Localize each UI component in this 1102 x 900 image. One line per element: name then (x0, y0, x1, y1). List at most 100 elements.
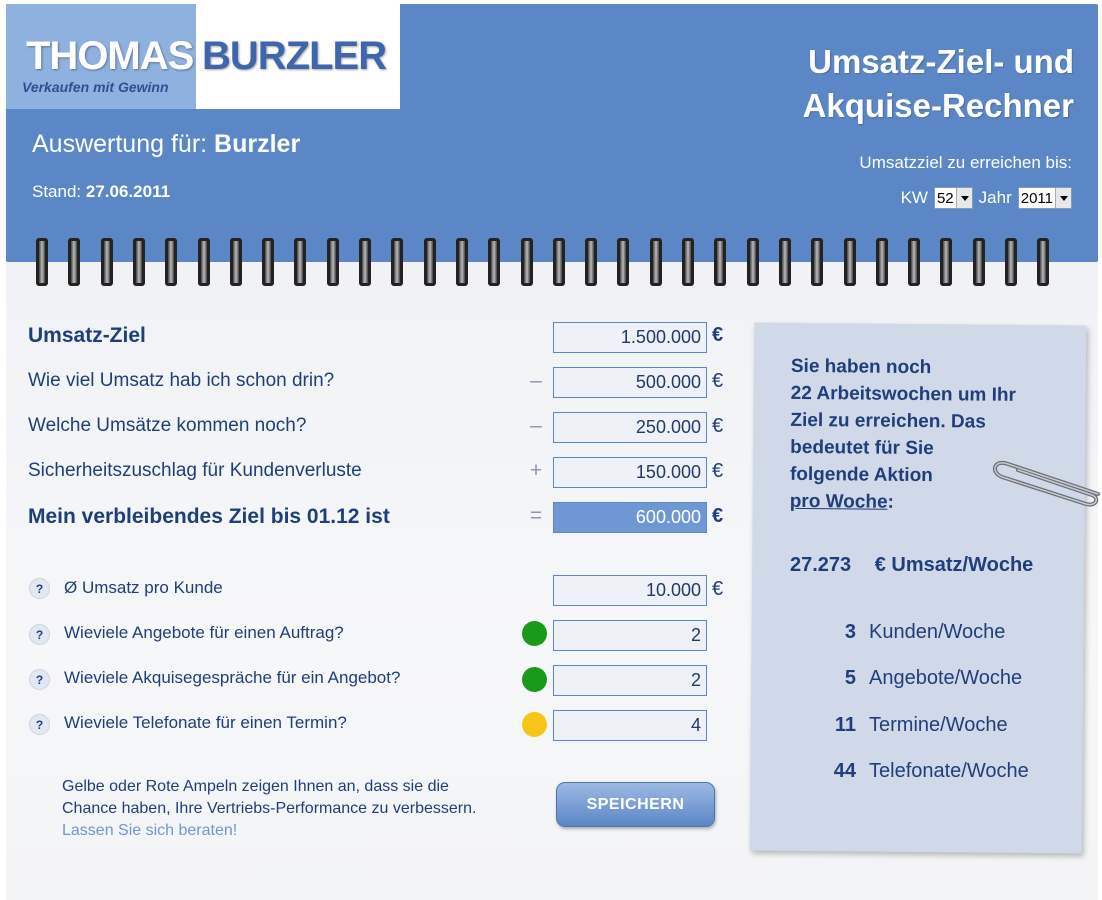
minus-operator: – (530, 414, 542, 437)
header-banner: THOMAS BURZLER Verkaufen mit Gewinn Umsa… (6, 4, 1098, 262)
help-icon[interactable]: ? (29, 669, 50, 690)
save-button[interactable]: SPEICHERN (556, 782, 715, 827)
binding-ring (455, 238, 468, 286)
week-label: KW (900, 188, 928, 207)
binding-ring (940, 238, 953, 286)
logo-tagline: Verkaufen mit Gewinn (22, 79, 169, 95)
status-date-label: Stand: (32, 182, 82, 201)
euro-unit: € (712, 460, 724, 482)
binding-ring (682, 238, 694, 286)
calls-per-week-label: Telefonate/Woche (869, 760, 1029, 782)
euro-unit: € (712, 505, 724, 527)
customers-per-week-label: Kunden/Woche (869, 621, 1006, 643)
binding-ring (423, 238, 436, 286)
meetings-per-week-value: 11 (834, 714, 856, 736)
binding-ring (875, 238, 888, 286)
week-select[interactable]: 52 (933, 187, 973, 209)
weekly-revenue: 27.273 € Umsatz/Woche (790, 554, 1033, 577)
spiral-binding (36, 238, 1076, 290)
remaining-goal-output (553, 502, 707, 533)
safety-margin-input[interactable] (553, 457, 707, 488)
binding-ring (197, 238, 210, 286)
page-title-line2: Akquise-Rechner (802, 87, 1074, 124)
remaining-goal-label: Mein verbleibendes Ziel bis 01.12 ist (28, 505, 390, 528)
year-select-value: 2011 (1020, 189, 1053, 207)
binding-ring (229, 238, 242, 286)
binding-ring (1005, 238, 1017, 286)
binding-ring (326, 238, 339, 286)
offers-per-order-label: Wieviele Angebote für einen Auftrag? (64, 623, 344, 642)
binding-ring (972, 238, 985, 286)
calls-per-offer-input[interactable] (553, 665, 707, 696)
help-icon[interactable]: ? (29, 714, 50, 735)
status-light-green (522, 621, 547, 646)
revenue-goal-label: Umsatz-Ziel (28, 324, 146, 347)
phone-calls-per-meeting-input[interactable] (553, 710, 707, 741)
calls-per-offer-label: Wieviele Akquisegespräche für ein Angebo… (64, 668, 401, 687)
year-select[interactable]: 2011 (1017, 187, 1072, 209)
binding-ring (100, 238, 113, 286)
revenue-goal-input[interactable] (553, 322, 707, 353)
avg-revenue-per-customer-input[interactable] (553, 575, 707, 606)
result-line: Sie haben noch (790, 355, 932, 379)
logo-text-first: THOMAS (26, 34, 194, 78)
existing-revenue-input[interactable] (553, 367, 707, 398)
upcoming-revenue-input[interactable] (553, 412, 707, 443)
customers-per-week-value: 3 (844, 621, 856, 643)
logo-text-last: BURZLER (202, 34, 387, 78)
phone-calls-per-meeting-label: Wieviele Telefonate für einen Termin? (64, 713, 347, 732)
brand-logo: THOMAS BURZLER Verkaufen mit Gewinn (6, 4, 400, 109)
binding-ring (585, 238, 598, 286)
binding-ring (132, 238, 145, 286)
existing-revenue-label: Wie viel Umsatz hab ich schon drin? (28, 370, 335, 391)
meetings-per-week-label: Termine/Woche (869, 714, 1008, 736)
binding-ring (649, 238, 662, 286)
paperclip-icon (992, 460, 1100, 507)
offers-per-week-value: 5 (844, 667, 856, 689)
consultation-link[interactable]: Lassen Sie sich beraten! (62, 822, 237, 839)
result-colon: : (887, 491, 894, 513)
target-deadline-row: KW 52 Jahr 2011 (901, 187, 1072, 209)
weekly-revenue-value: 27.273 (790, 554, 852, 576)
binding-ring (617, 238, 630, 286)
binding-ring (36, 238, 48, 286)
help-icon[interactable]: ? (29, 624, 50, 645)
binding-ring (714, 238, 727, 286)
target-deadline-label: Umsatzziel zu erreichen bis: (859, 153, 1072, 172)
evaluation-name: Burzler (214, 130, 301, 158)
offers-per-order-input[interactable] (553, 620, 707, 651)
help-icon[interactable]: ? (29, 578, 50, 599)
traffic-light-hint: Gelbe oder Rote Ampeln zeigen Ihnen an, … (62, 776, 482, 842)
chevron-down-icon[interactable] (955, 188, 972, 208)
status-light-yellow (522, 712, 547, 737)
binding-ring (391, 238, 404, 286)
equals-operator: = (529, 504, 543, 527)
avg-revenue-per-customer-label: Ø Umsatz pro Kunde (64, 578, 223, 597)
euro-unit: € (712, 415, 724, 437)
binding-ring (778, 238, 791, 286)
weekly-revenue-label: € Umsatz/Woche (874, 554, 1034, 576)
upcoming-revenue-label: Welche Umsätze kommen noch? (28, 415, 307, 436)
euro-unit: € (712, 324, 724, 346)
binding-ring (165, 238, 178, 286)
offers-per-week-label: Angebote/Woche (869, 667, 1023, 689)
status-date: Stand: 27.06.2011 (32, 182, 170, 202)
binding-ring (552, 238, 565, 286)
binding-ring (746, 238, 759, 286)
chevron-down-icon[interactable] (1055, 188, 1071, 208)
status-light-green (522, 667, 547, 692)
evaluation-for: Auswertung für: Burzler (32, 130, 300, 159)
euro-unit: € (712, 370, 724, 392)
binding-ring (520, 238, 533, 286)
week-select-value: 52 (936, 189, 954, 207)
binding-ring (1037, 238, 1050, 286)
binding-ring (294, 238, 307, 286)
binding-ring (262, 238, 275, 286)
calls-per-week-value: 44 (833, 760, 856, 782)
hint-text: Gelbe oder Rote Ampeln zeigen Ihnen an, … (62, 778, 477, 817)
minus-operator: – (530, 369, 542, 392)
evaluation-label: Auswertung für: (32, 130, 208, 158)
result-line: 22 Arbeitswochen um Ihr (790, 382, 1017, 406)
binding-ring (359, 238, 371, 286)
binding-ring (843, 238, 856, 286)
